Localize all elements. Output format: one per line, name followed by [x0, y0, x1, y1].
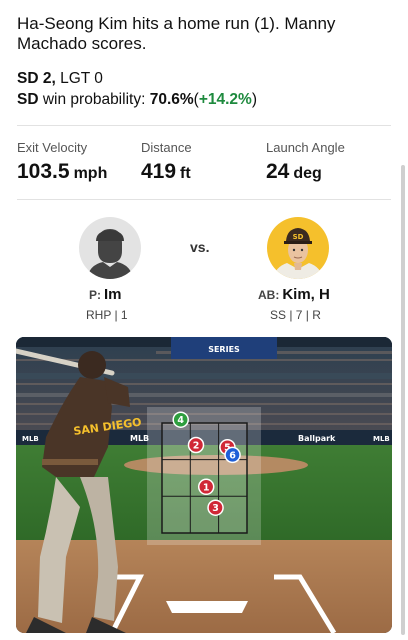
- batter-name[interactable]: AB: Kim, H: [258, 286, 330, 304]
- stat-number: 103.5: [17, 160, 70, 183]
- stat-value: 24 deg: [266, 160, 345, 186]
- strike-zone-box: [161, 422, 248, 534]
- stat-unit: ft: [180, 165, 191, 182]
- svg-text:SD: SD: [293, 233, 304, 241]
- pitcher-name[interactable]: P: Im: [89, 286, 122, 304]
- divider: [17, 125, 391, 126]
- pitch-number: 6: [229, 450, 236, 461]
- pitch-number: 3: [212, 503, 219, 514]
- wp-team: SD: [17, 91, 39, 108]
- play-headline: Ha-Seong Kim hits a home run (1). Manny …: [17, 14, 336, 53]
- wall-ad: MLB: [373, 435, 390, 443]
- batter-headshot-icon: SD: [273, 228, 323, 279]
- player-silhouette-icon: [87, 229, 133, 279]
- stat-distance: Distance 419 ft: [141, 140, 192, 186]
- infield-dirt: [16, 540, 392, 633]
- pitcher-name-text: Im: [104, 286, 122, 303]
- divider: [17, 199, 391, 200]
- stat-label: Exit Velocity: [17, 140, 88, 155]
- lead-runs: 2,: [42, 70, 56, 87]
- wall-ad: MLB: [130, 434, 149, 443]
- batter-name-text: Kim, H: [282, 286, 330, 303]
- wp-label: win probability:: [42, 91, 146, 108]
- other-team: LGT: [60, 70, 90, 87]
- other-runs: 0: [94, 70, 103, 87]
- pitch-view-scene[interactable]: SERIES MLB MLB Ballpark MLB SAN DIEGO 1 …: [16, 337, 392, 633]
- stat-number: 24: [266, 160, 290, 183]
- score-line: SD 2, LGT 0: [17, 69, 103, 89]
- stat-value: 103.5 mph: [17, 160, 107, 186]
- pitcher-details: RHP | 1: [86, 308, 128, 322]
- wp-change: +14.2%: [198, 91, 252, 108]
- vs-label: vs.: [190, 239, 210, 255]
- batter-prefix: AB:: [258, 288, 280, 302]
- stat-value: 419 ft: [141, 160, 192, 186]
- batter-avatar[interactable]: SD: [267, 217, 329, 279]
- win-probability: SD win probability: 70.6%(+14.2%): [17, 90, 257, 110]
- stat-label: Launch Angle: [266, 140, 345, 155]
- stat-label: Distance: [141, 140, 192, 155]
- stat-launch-angle: Launch Angle 24 deg: [266, 140, 345, 186]
- wall-ad: Ballpark: [298, 434, 336, 443]
- stat-exit-velocity: Exit Velocity 103.5 mph: [17, 140, 107, 186]
- home-plate: [166, 601, 248, 613]
- stat-unit: deg: [293, 165, 322, 182]
- stat-unit: mph: [73, 165, 108, 182]
- stadium-scene: SERIES MLB MLB Ballpark MLB SAN DIEGO 12…: [16, 337, 392, 633]
- batter-details: SS | 7 | R: [270, 308, 321, 322]
- pitcher-prefix: P:: [89, 288, 101, 302]
- pitcher-avatar[interactable]: [79, 217, 141, 279]
- pitch-number: 4: [177, 415, 184, 426]
- lead-team: SD: [17, 70, 39, 87]
- scrollbar[interactable]: [401, 165, 405, 635]
- wp-value: 70.6%: [149, 91, 194, 108]
- pitch-number: 2: [193, 441, 200, 452]
- stat-number: 419: [141, 160, 177, 183]
- wp-close-paren: ): [251, 91, 258, 108]
- banner-text: SERIES: [208, 345, 240, 354]
- pitch-number: 1: [203, 482, 210, 493]
- wall-ad: MLB: [22, 435, 39, 443]
- strike-zone-overlay: [147, 407, 261, 545]
